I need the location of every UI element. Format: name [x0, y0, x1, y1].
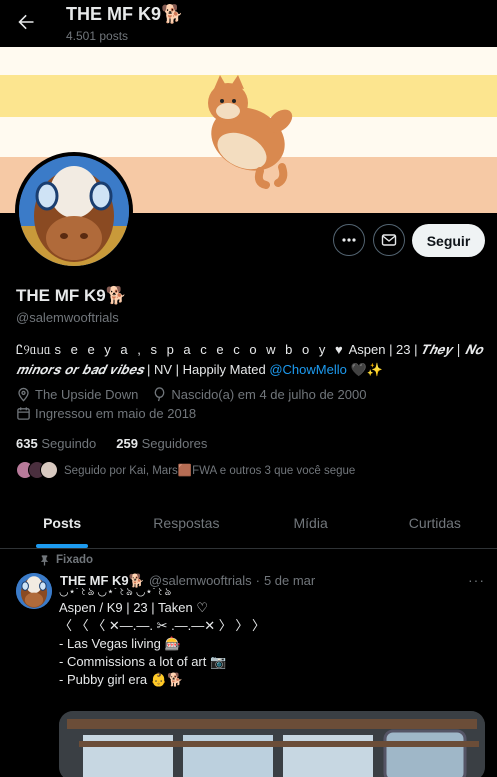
profile-bio: Ꮭ୨ᥲᥙᥲ s e e y a , s p a c e c o w b o y …: [16, 340, 486, 380]
shiba-dog-illustration: [208, 75, 293, 189]
followed-by-text: Seguido por Kai, Mars🟫FWA e outros 3 que…: [64, 465, 356, 477]
profile-avatar[interactable]: [15, 152, 133, 270]
post-author[interactable]: THE MF K9🐕: [60, 573, 145, 589]
envelope-icon: [381, 234, 397, 246]
more-options-button[interactable]: [333, 224, 365, 256]
bio-text: Ꮭ୨ᥲᥙᥲ: [16, 342, 55, 357]
cow-avatar-image: [19, 156, 129, 266]
post-line: ◡̈⋆˚꒰ঌ ◡̈⋆˚꒰ঌ ◡̈⋆˚꒰ঌ: [59, 588, 172, 598]
profile-tabs: Posts Respostas Mídia Curtidas: [0, 497, 497, 549]
post-header: THE MF K9🐕 @salemwooftrials · 5 de mar: [60, 573, 315, 589]
bio-mention-link[interactable]: @ChowMello: [269, 362, 347, 377]
profile-handle: @salemwooftrials: [16, 310, 119, 325]
bio-text: Aspen | 23 |: [345, 342, 422, 357]
message-button[interactable]: [373, 224, 405, 256]
following-link[interactable]: 635 Seguindo: [16, 436, 96, 451]
post-image[interactable]: [59, 711, 485, 777]
pinned-label: Fixado: [56, 554, 94, 566]
tab-media[interactable]: Mídia: [249, 497, 373, 548]
tab-posts[interactable]: Posts: [0, 497, 124, 548]
bio-text: 🖤✨: [346, 362, 383, 377]
post-line: - Commissions a lot of art 📷: [59, 654, 227, 669]
following-label: Seguindo: [41, 436, 97, 451]
post-line: Aspen / K9 | 23 | Taken ♡: [59, 600, 208, 615]
post-line: 〈 〈 〈 ✕—.—. ✂ .—.—✕ 〉 〉 〉: [59, 618, 266, 633]
follow-stats: 635 Seguindo 259 Seguidores: [16, 436, 207, 451]
post-date[interactable]: 5 de mar: [264, 573, 315, 589]
calendar-icon: [17, 407, 30, 420]
cow-avatar-image: [16, 573, 52, 609]
balloon-icon: [154, 387, 165, 402]
joined-text: Ingressou em maio de 2018: [35, 406, 197, 421]
posts-count: 4.501 posts: [66, 29, 129, 43]
profile-meta-row: The Upside Down Nascido(a) em 4 de julho…: [16, 387, 366, 402]
top-bar: THE MF K9🐕 4.501 posts: [0, 0, 497, 47]
followers-link[interactable]: 259 Seguidores: [116, 436, 207, 451]
post-line: - Las Vegas living 🎰: [59, 636, 181, 651]
avatar: [40, 461, 58, 479]
post-handle[interactable]: @salemwooftrials: [149, 573, 252, 589]
bio-text: s e e y a , s p a c e c o w b o y ♥: [54, 342, 346, 357]
post-text: ◡̈⋆˚꒰ঌ ◡̈⋆˚꒰ঌ ◡̈⋆˚꒰ঌ Aspen / K9 | 23 | T…: [59, 588, 479, 689]
profile-name: THE MF K9🐕: [16, 286, 127, 305]
pin-icon: [40, 555, 49, 566]
joined-row: Ingressou em maio de 2018: [16, 406, 196, 421]
followed-by-row[interactable]: Seguido por Kai, Mars🟫FWA e outros 3 que…: [16, 461, 355, 479]
location-text: The Upside Down: [35, 387, 139, 402]
tab-replies[interactable]: Respostas: [124, 497, 248, 548]
pinned-indicator: Fixado: [39, 554, 93, 566]
follow-button[interactable]: Seguir: [412, 224, 485, 257]
post-avatar[interactable]: [16, 573, 52, 609]
mutual-avatars: [16, 461, 58, 479]
header-title: THE MF K9🐕: [66, 4, 184, 24]
post-more-icon[interactable]: ···: [468, 572, 485, 588]
back-arrow-icon[interactable]: [14, 10, 38, 34]
post-line: - Pubby girl era 👶🐕: [59, 672, 184, 687]
more-dots-icon: [342, 238, 356, 242]
bio-text: | NV | Happily Mated: [143, 362, 270, 377]
tab-likes[interactable]: Curtidas: [373, 497, 497, 548]
followers-count: 259: [116, 436, 138, 451]
post-dot: ·: [255, 573, 260, 588]
following-count: 635: [16, 436, 38, 451]
location-icon: [18, 387, 29, 402]
train-window-image: [59, 711, 485, 777]
birthday-text: Nascido(a) em 4 de julho de 2000: [171, 387, 367, 402]
followers-label: Seguidores: [141, 436, 208, 451]
